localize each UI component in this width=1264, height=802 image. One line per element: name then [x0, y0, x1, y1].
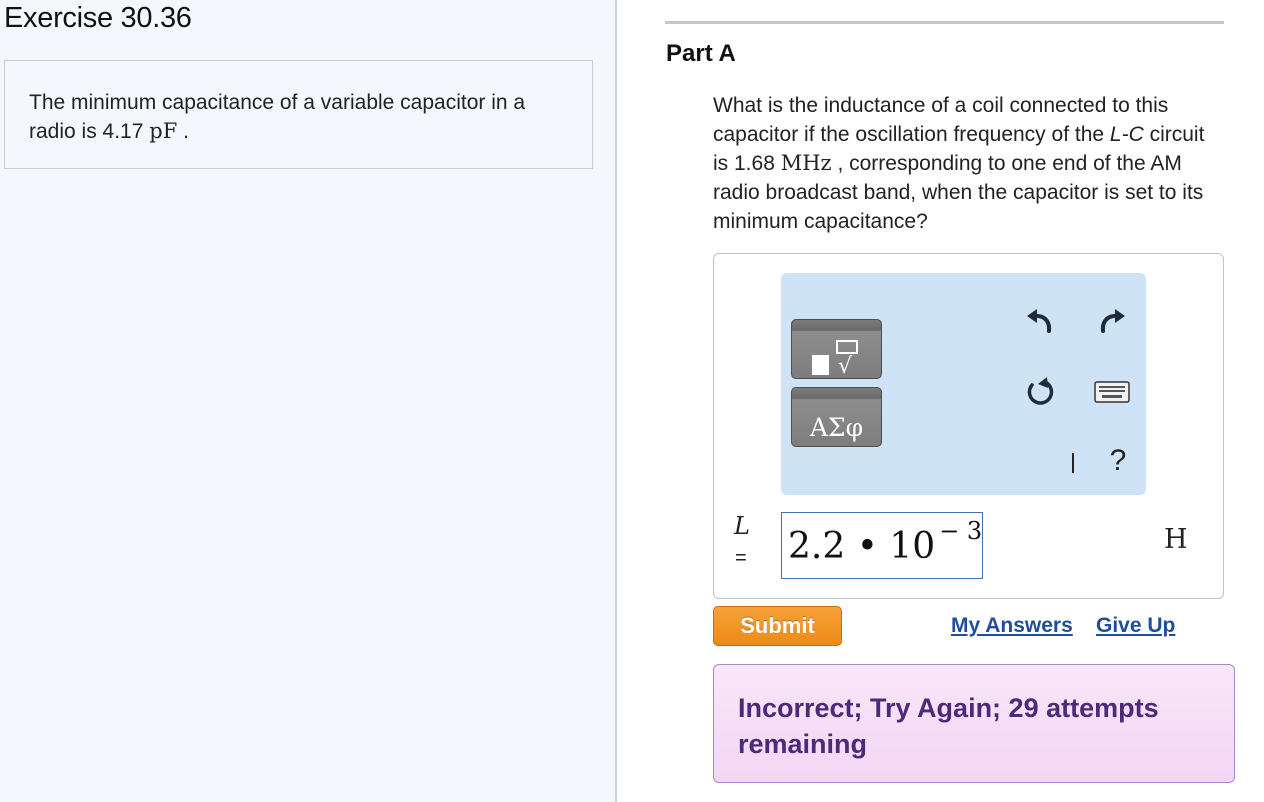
feedback-message: Incorrect; Try Again; 29 attempts remain… [713, 664, 1235, 783]
greek-symbols-button[interactable]: ΑΣφ [791, 387, 882, 447]
exercise-title: Exercise 30.36 [4, 2, 192, 34]
equals-sign: = [735, 547, 747, 569]
question-text: What is the inductance of a coil connect… [713, 91, 1218, 236]
cursor-icon [1072, 453, 1074, 473]
undo-icon [1027, 309, 1052, 333]
reset-button[interactable] [1020, 372, 1060, 412]
answer-box: √ ΑΣφ ? L = 2.2 • 10 − 3 H [713, 253, 1224, 599]
templates-button[interactable]: √ [791, 319, 882, 379]
answer-exponent: − 3 [939, 517, 983, 545]
submit-button[interactable]: Submit [713, 606, 842, 646]
capacitance-unit: pF [149, 119, 178, 143]
variable-label: L [734, 512, 750, 540]
divider [665, 21, 1224, 24]
keyboard-button[interactable] [1092, 372, 1132, 412]
give-up-link[interactable]: Give Up [1096, 614, 1175, 638]
answer-mantissa: 2.2 • 10 [788, 526, 936, 567]
keyboard-icon [1094, 381, 1130, 403]
problem-text-end: . [177, 120, 189, 143]
my-answers-link[interactable]: My Answers [951, 614, 1073, 638]
right-pane: Part A What is the inductance of a coil … [619, 0, 1264, 802]
frequency-unit: MHz [780, 151, 832, 175]
redo-icon [1100, 309, 1125, 333]
problem-statement: The minimum capacitance of a variable ca… [4, 60, 593, 169]
math-toolbar: √ ΑΣφ ? [781, 273, 1146, 495]
answer-input[interactable]: 2.2 • 10− 3 [781, 512, 983, 579]
help-button[interactable]: ? [1106, 441, 1130, 481]
left-pane: Exercise 30.36 The minimum capacitance o… [0, 0, 617, 802]
capacitance-value: 4.17 [102, 120, 144, 143]
reset-icon [1027, 377, 1054, 405]
circuit-label: L-C [1109, 123, 1144, 146]
part-title: Part A [666, 40, 736, 67]
answer-unit: H [1164, 524, 1188, 555]
redo-button[interactable] [1092, 301, 1132, 341]
undo-button[interactable] [1020, 301, 1060, 341]
question-part-1: What is the inductance of a coil connect… [713, 94, 1169, 146]
